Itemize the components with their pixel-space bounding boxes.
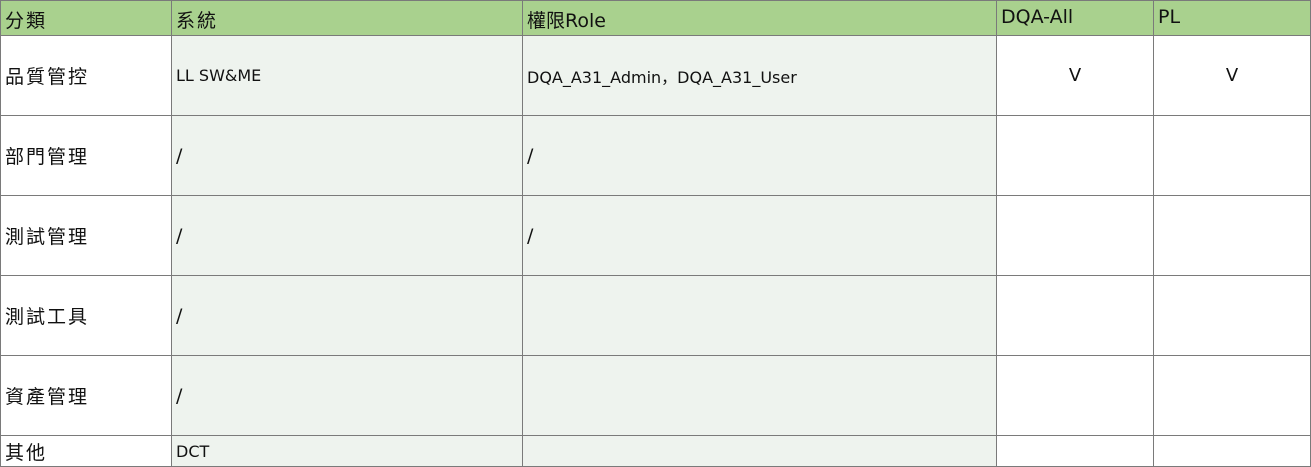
dqa-all-cell [996,115,1154,196]
role-cell [522,435,997,467]
system-cell: / [171,355,523,436]
role-cell: / [522,195,997,276]
table-row: 部門管理 / / [0,115,1311,196]
dqa-all-cell [996,195,1154,276]
system-cell: / [171,115,523,196]
table-row: 資產管理 / [0,355,1311,436]
dqa-all-cell [996,355,1154,436]
system-cell: LL SW&ME [171,35,523,116]
header-row: 分類 系統 權限Role DQA-All PL [0,0,1311,36]
category-cell: 其他 [0,435,172,467]
header-system: 系統 [171,0,523,36]
pl-cell [1153,355,1311,436]
category-cell: 測試管理 [0,195,172,276]
role-cell: DQA_A31_Admin，DQA_A31_User [522,35,997,116]
header-dqa-all: DQA-All [996,0,1154,36]
table-row: 測試工具 / [0,275,1311,356]
table-row: 品質管控 LL SW&ME DQA_A31_Admin，DQA_A31_User… [0,35,1311,116]
pl-cell [1153,435,1311,467]
dqa-all-cell [996,275,1154,356]
table-row: 其他 DCT [0,435,1311,467]
dqa-all-cell [996,435,1154,467]
system-cell: / [171,195,523,276]
table-row: 測試管理 / / [0,195,1311,276]
pl-cell [1153,195,1311,276]
category-cell: 測試工具 [0,275,172,356]
pl-cell: V [1153,35,1311,116]
role-cell [522,355,997,436]
pl-cell [1153,275,1311,356]
category-cell: 資產管理 [0,355,172,436]
system-cell: / [171,275,523,356]
role-cell [522,275,997,356]
dqa-all-cell: V [996,35,1154,116]
role-cell: / [522,115,997,196]
header-pl: PL [1153,0,1311,36]
system-cell: DCT [171,435,523,467]
permission-table: 分類 系統 權限Role DQA-All PL 品質管控 LL SW&ME DQ… [0,0,1311,467]
header-category: 分類 [0,0,172,36]
header-role: 權限Role [522,0,997,36]
category-cell: 部門管理 [0,115,172,196]
category-cell: 品質管控 [0,35,172,116]
pl-cell [1153,115,1311,196]
